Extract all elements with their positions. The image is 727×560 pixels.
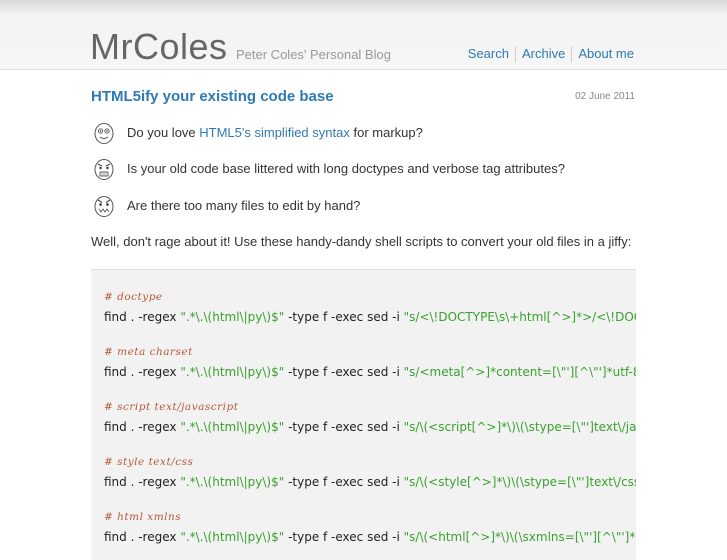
code-line: find . -regex ".*\.\(html\|py\)$" -type …	[104, 365, 636, 379]
code-snippet: # style text/css find . -regex ".*\.\(ht…	[104, 455, 636, 490]
rage-face-icon	[94, 159, 114, 180]
code-comment: # script text/javascript	[104, 401, 239, 413]
code-snippet: # script text/javascript find . -regex "…	[104, 400, 636, 435]
code-comment: # doctype	[104, 291, 163, 303]
rage-face-icon	[94, 196, 114, 217]
nav-divider	[514, 46, 516, 62]
question-text: Are there too many files to edit by hand…	[127, 198, 361, 213]
nav-about-link[interactable]: About me	[578, 46, 634, 62]
code-comment: # meta charset	[104, 346, 193, 358]
html5-syntax-link[interactable]: HTML5's simplified syntax	[199, 125, 350, 140]
code-snippet: # doctype find . -regex ".*\.\(html\|py\…	[104, 290, 636, 325]
post-title-link[interactable]: HTML5ify your existing code base	[91, 88, 334, 106]
question-item: Do you love HTML5's simplified syntax fo…	[92, 121, 423, 145]
question-item: Are there too many files to edit by hand…	[92, 194, 360, 218]
rage-face-icon	[94, 123, 114, 144]
code-comment: # html xmlns	[104, 511, 182, 523]
post-date: 02 June 2011	[575, 91, 635, 102]
code-snippet: # html xmlns find . -regex ".*\.\(html\|…	[104, 510, 636, 545]
main-nav: Search Archive About me	[468, 46, 634, 62]
nav-archive-link[interactable]: Archive	[522, 46, 565, 62]
intro-paragraph: Well, don't rage about it! Use these han…	[91, 234, 632, 249]
site-tagline: Peter Coles' Personal Blog	[236, 47, 391, 62]
code-line: find . -regex ".*\.\(html\|py\)$" -type …	[104, 310, 636, 324]
code-line: find . -regex ".*\.\(html\|py\)$" -type …	[104, 475, 636, 489]
code-block[interactable]: # doctype find . -regex ".*\.\(html\|py\…	[91, 269, 636, 560]
question-text: Is your old code base littered with long…	[127, 161, 565, 176]
code-line: find . -regex ".*\.\(html\|py\)$" -type …	[104, 420, 636, 434]
code-line: find . -regex ".*\.\(html\|py\)$" -type …	[104, 530, 636, 544]
code-snippet: # meta charset find . -regex ".*\.\(html…	[104, 345, 636, 380]
question-text: Do you love HTML5's simplified syntax fo…	[127, 125, 423, 140]
site-header: MrColes Peter Coles' Personal Blog Searc…	[0, 0, 727, 70]
code-comment: # style text/css	[104, 456, 194, 468]
nav-search-link[interactable]: Search	[468, 46, 509, 62]
question-item: Is your old code base littered with long…	[92, 157, 565, 181]
nav-divider	[571, 46, 573, 62]
site-title[interactable]: MrColes	[90, 27, 228, 67]
